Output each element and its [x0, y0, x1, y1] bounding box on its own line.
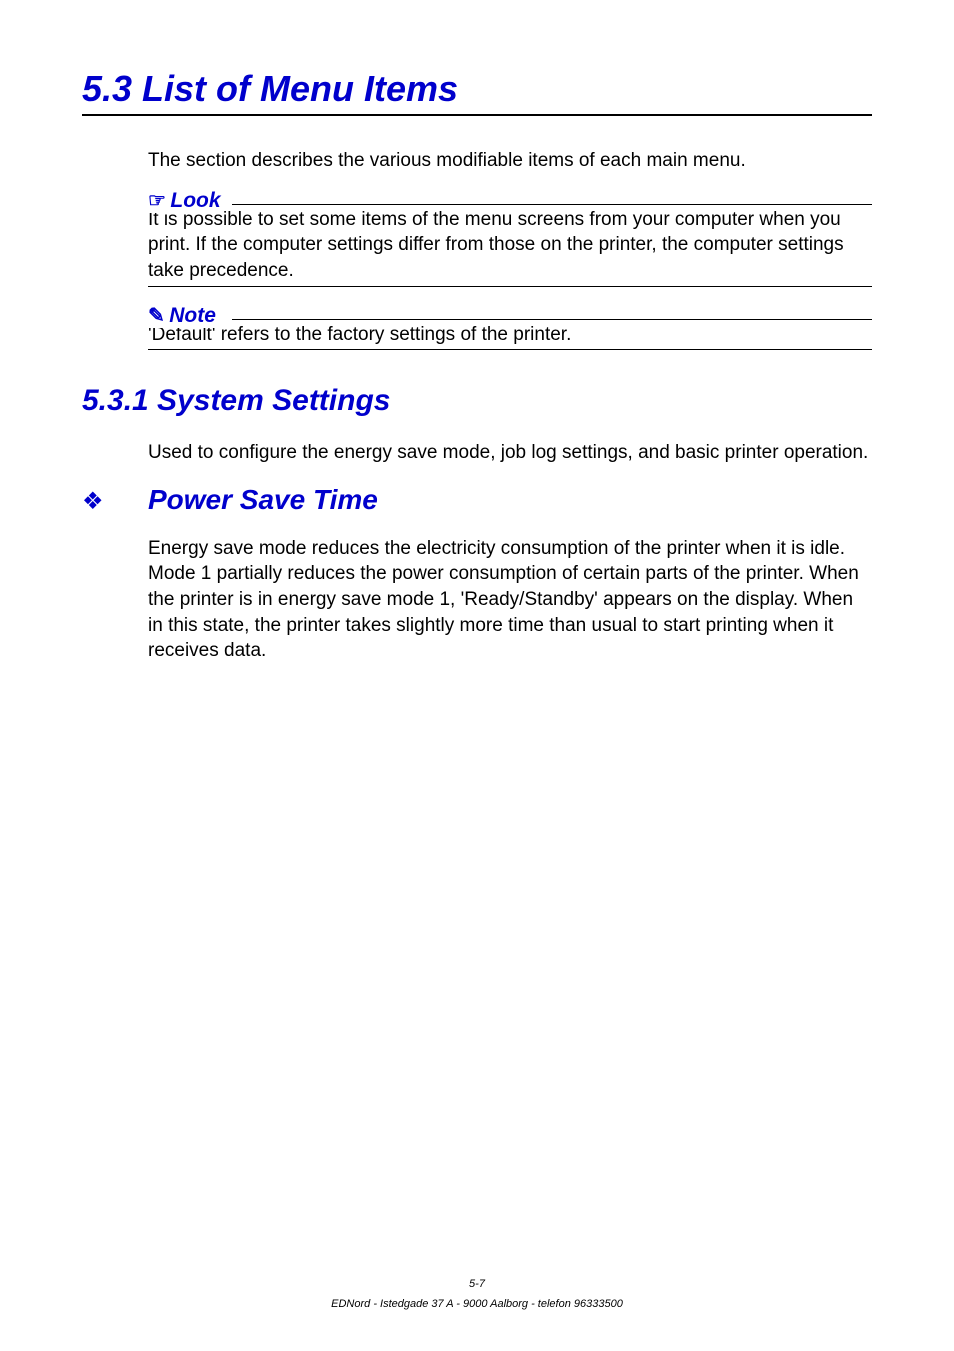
pencil-icon: ✎ [148, 305, 165, 327]
note-top-rule [232, 319, 872, 320]
chapter-title: 5.3 List of Menu Items [82, 68, 872, 110]
look-bottom-rule [148, 286, 872, 287]
page-footer: 5-7 EDNord - Istedgade 37 A - 9000 Aalbo… [0, 1275, 954, 1315]
note-callout: ✎ Note 'Default' refers to the factory s… [148, 303, 872, 351]
section-title: 5.3.1 System Settings [82, 384, 872, 418]
section-intro: Used to configure the energy save mode, … [148, 440, 872, 466]
look-callout: ☞ Look It is possible to set some items … [148, 188, 872, 287]
subsection-title: Power Save Time [148, 484, 378, 516]
note-label: Note [169, 304, 216, 327]
footer-address: EDNord - Istedgade 37 A - 9000 Aalborg -… [0, 1295, 954, 1315]
look-label: Look [170, 189, 220, 212]
note-bottom-rule [148, 349, 872, 350]
page-number: 5-7 [0, 1275, 954, 1295]
diamond-bullet-icon: ❖ [82, 487, 148, 516]
subsection-body: Energy save mode reduces the electricity… [148, 536, 872, 664]
look-top-rule [232, 204, 872, 205]
look-body: It is possible to set some items of the … [148, 205, 872, 286]
intro-paragraph: The section describes the various modifi… [148, 148, 872, 174]
chapter-title-underline [82, 114, 872, 116]
subsection-header: ❖ Power Save Time [82, 484, 872, 516]
hand-point-icon: ☞ [148, 190, 166, 212]
